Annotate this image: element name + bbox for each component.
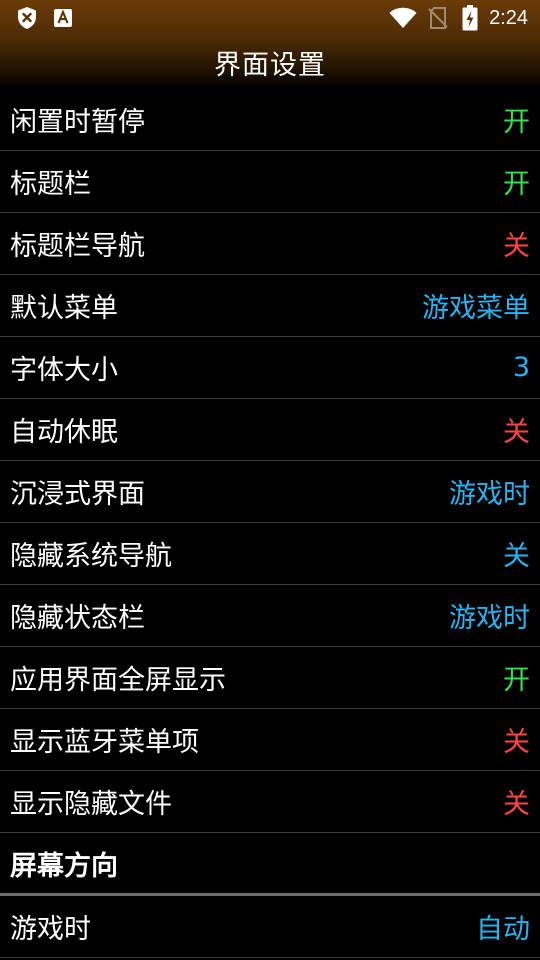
setting-label: 沉浸式界面 [10,479,145,510]
status-time: 2:24 [489,7,528,29]
setting-label: 标题栏 [10,169,91,200]
setting-label: 应用界面全屏显示 [10,665,226,696]
shield-x-icon [18,7,36,29]
setting-label: 显示蓝牙菜单项 [10,727,199,758]
setting-value: 开 [503,665,530,696]
setting-label: 默认菜单 [10,293,118,324]
font-a-icon [54,9,72,27]
setting-label: 自动休眠 [10,417,118,448]
wifi-icon [389,7,417,29]
setting-label: 显示隐藏文件 [10,789,172,820]
section-title: 屏幕方向 [10,850,118,882]
setting-row-orientation-in-game[interactable]: 游戏时 自动 [0,896,540,958]
setting-value: 关 [503,417,530,448]
no-sim-icon [428,7,448,29]
status-bar: 2:24 [0,0,540,36]
setting-value: 3 [512,352,530,383]
setting-row-show-bluetooth-menu[interactable]: 显示蓝牙菜单项 关 [0,709,540,771]
settings-list: 闲置时暂停 开 标题栏 开 标题栏导航 关 默认菜单 游戏菜单 字体大小 3 自… [0,89,540,958]
setting-row-pause-when-idle[interactable]: 闲置时暂停 开 [0,89,540,151]
setting-value: 游戏时 [449,603,530,634]
setting-row-font-size[interactable]: 字体大小 3 [0,337,540,399]
setting-row-hide-status-bar[interactable]: 隐藏状态栏 游戏时 [0,585,540,647]
setting-row-auto-sleep[interactable]: 自动休眠 关 [0,399,540,461]
setting-label: 字体大小 [10,355,118,386]
setting-row-hide-system-navigation[interactable]: 隐藏系统导航 关 [0,523,540,585]
app-header: 2:24 界面设置 [0,0,540,88]
setting-label: 隐藏系统导航 [10,541,172,572]
setting-label: 游戏时 [10,914,91,945]
setting-value: 自动 [476,914,530,945]
setting-label: 标题栏导航 [10,231,145,262]
page-title: 界面设置 [214,49,326,81]
setting-value: 关 [503,231,530,262]
setting-value: 游戏菜单 [422,293,530,324]
setting-row-immersive-ui[interactable]: 沉浸式界面 游戏时 [0,461,540,523]
setting-row-default-menu[interactable]: 默认菜单 游戏菜单 [0,275,540,337]
battery-charging-icon [462,5,478,31]
setting-value: 关 [503,789,530,820]
setting-label: 闲置时暂停 [10,107,145,138]
setting-row-app-fullscreen[interactable]: 应用界面全屏显示 开 [0,647,540,709]
setting-row-show-hidden-files[interactable]: 显示隐藏文件 关 [0,771,540,833]
setting-row-title-bar-navigation[interactable]: 标题栏导航 关 [0,213,540,275]
setting-value: 关 [503,541,530,572]
setting-value: 开 [503,169,530,200]
setting-value: 开 [503,107,530,138]
setting-row-title-bar[interactable]: 标题栏 开 [0,151,540,213]
setting-label: 隐藏状态栏 [10,603,145,634]
section-header-screen-orientation: 屏幕方向 [0,833,540,896]
title-bar: 界面设置 [0,36,540,88]
screen: 2:24 界面设置 闲置时暂停 开 标题栏 开 标题栏导航 关 默认菜单 游戏菜… [0,0,540,960]
setting-value: 关 [503,727,530,758]
setting-value: 游戏时 [449,479,530,510]
